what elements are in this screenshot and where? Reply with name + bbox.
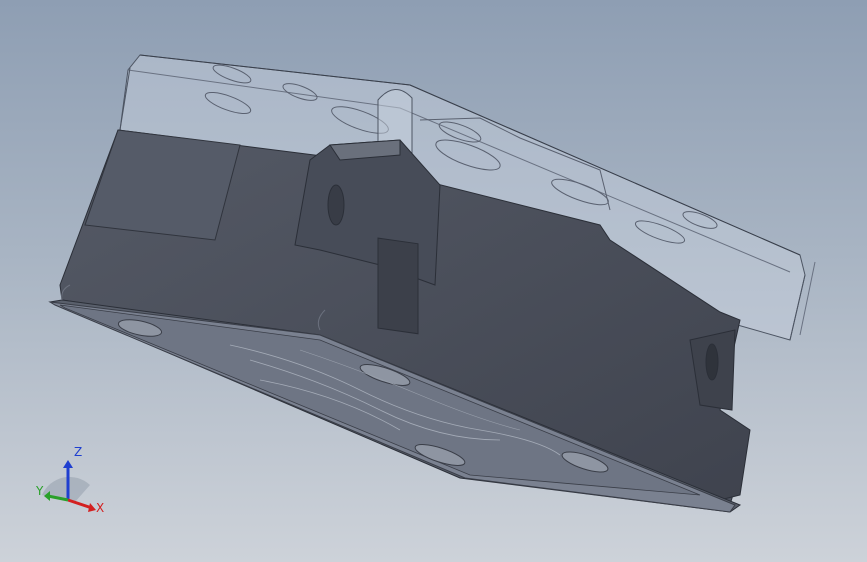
y-axis-label: Y bbox=[35, 484, 44, 498]
x-axis-icon bbox=[67, 498, 93, 510]
z-axis-label: Z bbox=[74, 445, 82, 459]
3d-model-view[interactable] bbox=[0, 0, 867, 562]
axis-triad: Z X Y bbox=[35, 445, 104, 515]
x-axis-label: X bbox=[96, 501, 104, 515]
graphics-viewport[interactable]: Z X Y bbox=[0, 0, 867, 562]
